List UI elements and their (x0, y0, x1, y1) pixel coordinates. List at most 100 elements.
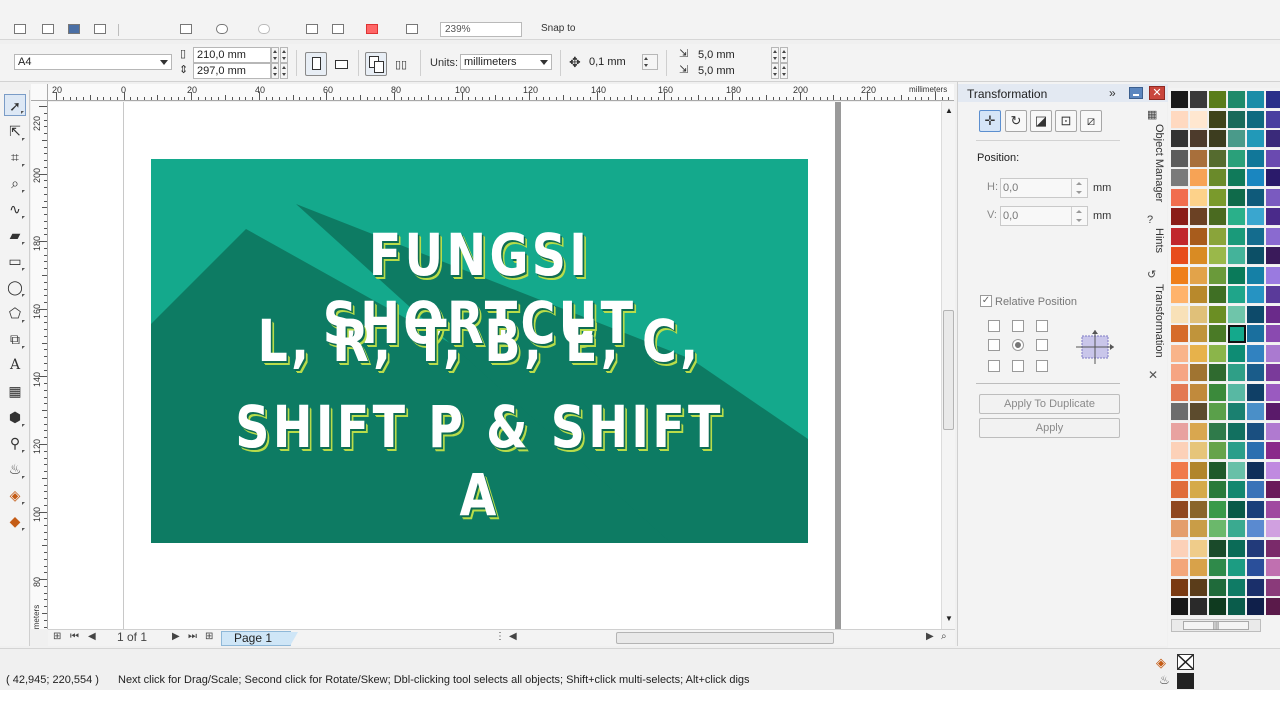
color-swatch[interactable] (1171, 559, 1189, 577)
color-swatch[interactable] (1171, 344, 1189, 363)
color-swatch[interactable] (1228, 305, 1246, 324)
color-swatch[interactable] (1171, 442, 1189, 460)
color-swatch[interactable] (1266, 578, 1280, 597)
paste-icon[interactable] (180, 24, 192, 34)
color-swatch[interactable] (1247, 169, 1265, 187)
color-swatch[interactable] (1171, 286, 1189, 304)
color-swatch[interactable] (1228, 149, 1246, 168)
color-swatch[interactable] (1209, 442, 1227, 460)
color-swatch[interactable] (1247, 208, 1265, 226)
relative-position-checkbox[interactable]: ✓ (980, 295, 992, 307)
color-swatch[interactable] (1209, 208, 1227, 226)
minimize-docker-button[interactable] (1129, 87, 1143, 99)
color-swatch[interactable] (1209, 130, 1227, 148)
color-swatch[interactable] (1228, 266, 1246, 285)
color-swatch[interactable] (1171, 130, 1189, 148)
scroll-right-icon[interactable]: ▶ (926, 631, 934, 642)
color-swatch[interactable] (1190, 598, 1208, 616)
color-swatch[interactable] (1247, 403, 1265, 421)
import-icon[interactable] (306, 24, 318, 34)
color-swatch[interactable] (1171, 305, 1189, 324)
color-swatch[interactable] (1171, 403, 1189, 421)
color-swatch[interactable] (1190, 227, 1208, 246)
color-swatch[interactable] (1266, 598, 1280, 616)
previous-page-icon[interactable]: ◀ (88, 631, 96, 642)
color-swatch[interactable] (1171, 500, 1189, 519)
page-tab[interactable]: Page 1 (221, 631, 298, 646)
color-swatch[interactable] (1266, 520, 1280, 538)
color-swatch[interactable] (1247, 188, 1265, 207)
ellipse-tool-icon[interactable]: ◯ (4, 276, 26, 298)
polygon-tool-icon[interactable]: ⬠ (4, 302, 26, 324)
apply-to-duplicate-button[interactable]: Apply To Duplicate (979, 394, 1120, 414)
last-page-icon[interactable]: ⏭ (188, 631, 197, 642)
page-width-lock[interactable] (280, 47, 288, 63)
duplicate-y-lock[interactable] (780, 63, 788, 79)
color-swatch[interactable] (1247, 559, 1265, 577)
color-swatch[interactable] (1171, 578, 1189, 597)
fill-tool-icon[interactable]: ◈ (4, 484, 26, 506)
color-swatch[interactable] (1171, 169, 1189, 187)
page-height-lock[interactable] (280, 63, 288, 79)
fill-color-swatch[interactable] (1177, 654, 1194, 670)
color-swatch[interactable] (1247, 344, 1265, 363)
color-swatch[interactable] (1266, 247, 1280, 265)
color-swatch[interactable] (1190, 422, 1208, 441)
redo-icon[interactable] (258, 24, 270, 34)
color-swatch[interactable] (1209, 149, 1227, 168)
color-swatch[interactable] (1209, 539, 1227, 558)
color-swatch[interactable] (1209, 188, 1227, 207)
duplicate-y-spinner[interactable] (771, 63, 779, 79)
color-swatch[interactable] (1190, 208, 1208, 226)
color-swatch[interactable] (1228, 520, 1246, 538)
color-swatch[interactable] (1228, 364, 1246, 382)
banner-graphic[interactable]: FUNGSI SHORTCUT L, R, T, B, E, C, SHIFT … (151, 159, 808, 543)
insert-page-after-icon[interactable]: ⊞ (205, 631, 213, 642)
color-swatch[interactable] (1209, 169, 1227, 187)
color-swatch[interactable] (1190, 403, 1208, 421)
color-swatch[interactable] (1190, 188, 1208, 207)
anchor-center[interactable] (1012, 339, 1024, 351)
page-width-field[interactable]: 210,0 mm (193, 47, 271, 63)
color-swatch[interactable] (1228, 188, 1246, 207)
color-swatch[interactable] (1209, 383, 1227, 402)
color-swatch[interactable] (1228, 403, 1246, 421)
color-swatch[interactable] (1266, 227, 1280, 246)
interactive-fill-tool-icon[interactable]: ◆ (4, 510, 26, 532)
horizontal-ruler[interactable]: 20 0 20 40 60 80 100 120 140 160 180 200… (48, 84, 954, 101)
color-swatch[interactable] (1209, 266, 1227, 285)
color-swatch[interactable] (1171, 422, 1189, 441)
basic-shapes-tool-icon[interactable]: ⧉ (4, 328, 26, 350)
color-swatch[interactable] (1247, 110, 1265, 129)
color-swatch[interactable] (1247, 481, 1265, 499)
close-docker-button[interactable]: ✕ (1149, 86, 1165, 100)
color-swatch[interactable] (1266, 442, 1280, 460)
v-position-spinner[interactable] (1071, 207, 1087, 225)
color-swatch[interactable] (1266, 266, 1280, 285)
color-swatch[interactable] (1228, 461, 1246, 480)
color-swatch[interactable] (1266, 169, 1280, 187)
color-swatch[interactable] (1171, 91, 1189, 109)
color-swatch[interactable] (1228, 91, 1246, 109)
color-swatch[interactable] (1209, 598, 1227, 616)
expand-docker-icon[interactable]: » (1109, 86, 1116, 100)
color-swatch[interactable] (1190, 481, 1208, 499)
color-swatch[interactable] (1171, 266, 1189, 285)
color-swatch[interactable] (1171, 188, 1189, 207)
color-swatch[interactable] (1228, 110, 1246, 129)
color-swatch[interactable] (1190, 286, 1208, 304)
tab-transformation[interactable]: Transformation (1143, 284, 1165, 358)
all-pages-button[interactable] (365, 52, 387, 76)
units-dropdown[interactable]: millimeters (460, 54, 552, 70)
current-page-button[interactable]: ▯▯ (392, 52, 414, 76)
color-swatch[interactable] (1228, 578, 1246, 597)
splitter-handle[interactable]: ⋮ (495, 631, 505, 642)
landscape-button[interactable] (331, 52, 353, 76)
color-swatch[interactable] (1209, 364, 1227, 382)
crop-tool-icon[interactable]: ⌗ (4, 146, 26, 168)
application-launcher-icon[interactable] (366, 24, 378, 34)
portrait-button[interactable] (305, 52, 327, 76)
color-swatch[interactable] (1266, 130, 1280, 148)
color-swatch[interactable] (1190, 442, 1208, 460)
drawing-window[interactable]: FUNGSI SHORTCUT L, R, T, B, E, C, SHIFT … (48, 102, 941, 629)
